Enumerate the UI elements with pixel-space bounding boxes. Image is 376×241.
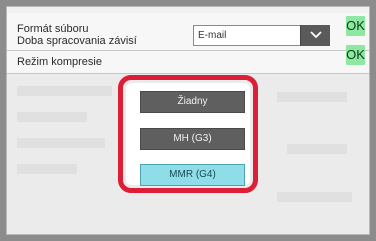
compression-option-mmr-g4[interactable]: MMR (G4) [140,164,245,186]
file-format-value: E-mail [198,30,227,41]
file-format-row: Formát súboru Doba spracovania závisí E-… [7,13,369,51]
background-text-placeholder [17,164,77,174]
ok-button-file-format[interactable]: OK [346,16,365,36]
background-text-placeholder [17,138,105,148]
compression-row: Režim kompresie [7,51,369,74]
compression-option-none[interactable]: Žiadny [140,91,245,113]
file-format-dropdown-button[interactable] [300,25,330,46]
background-text-placeholder [287,144,347,154]
compression-label: Režim kompresie [17,56,102,68]
background-text-placeholder [277,192,352,202]
chevron-down-icon [310,31,322,39]
file-format-select[interactable]: E-mail [193,25,330,46]
background-text-placeholder [17,86,112,96]
background-text-placeholder [277,92,347,102]
file-format-label-group: Formát súboru Doba spracovania závisí [17,23,137,47]
processing-time-label: Doba spracovania závisí [17,35,137,47]
compression-option-mh-g3[interactable]: MH (G3) [140,128,245,150]
file-format-label: Formát súboru [17,23,89,35]
ok-button-compression[interactable]: OK [346,45,365,65]
background-text-placeholder [17,112,87,122]
